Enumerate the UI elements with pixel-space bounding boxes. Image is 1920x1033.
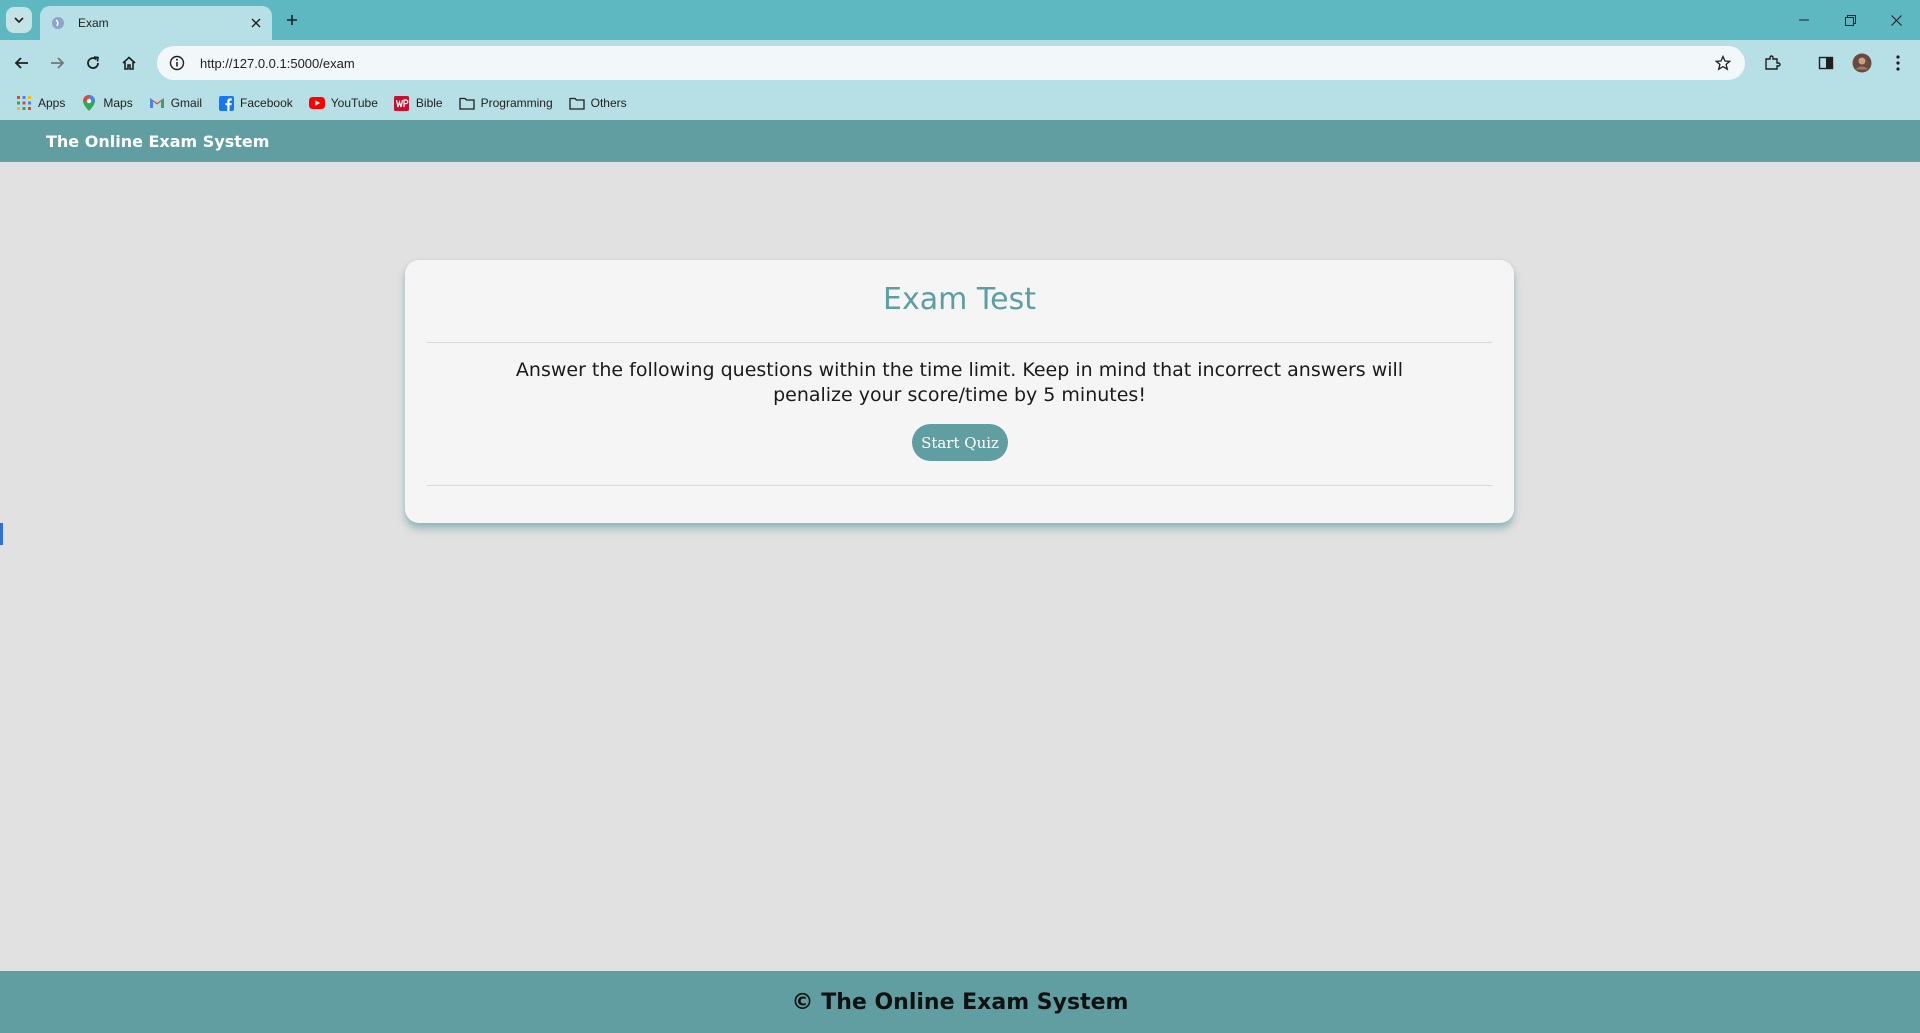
- facebook-icon: [218, 95, 234, 111]
- bookmark-label: Bible: [415, 96, 443, 110]
- puzzle-icon: [1765, 55, 1781, 70]
- bible-icon: [394, 95, 410, 111]
- page-title: Exam Test: [883, 282, 1036, 317]
- bookmark-label: Programming: [480, 96, 553, 110]
- address-bar[interactable]: http://127.0.0.1:5000/exam: [157, 46, 1745, 80]
- tab-search-button[interactable]: [6, 7, 32, 33]
- home-icon: [122, 56, 136, 70]
- bookmark-label: Maps: [103, 96, 133, 110]
- plus-icon: [287, 15, 297, 25]
- top-divider: [427, 342, 1492, 343]
- forward-button[interactable]: [43, 49, 71, 77]
- reload-icon: [87, 56, 99, 69]
- more-vertical-icon: [1896, 55, 1900, 71]
- home-button[interactable]: [115, 49, 143, 77]
- bookmark-youtube[interactable]: YouTube: [303, 91, 384, 115]
- bookmark-label: Apps: [38, 96, 66, 110]
- side-panel-button[interactable]: [1812, 49, 1840, 77]
- avatar-icon: [1852, 53, 1872, 73]
- extensions-button[interactable]: [1758, 49, 1786, 77]
- tab-title: Exam: [78, 16, 109, 30]
- forward-arrow-icon: [51, 57, 65, 69]
- browser-menu-button[interactable]: [1884, 49, 1912, 77]
- gmail-icon: [149, 95, 165, 111]
- bookmark-bible[interactable]: Bible: [388, 91, 449, 115]
- bookmark-folder-programming[interactable]: Programming: [453, 91, 559, 115]
- minimize-icon: [1799, 19, 1809, 21]
- back-button[interactable]: [8, 49, 36, 77]
- exam-instructions: Answer the following questions within th…: [515, 359, 1404, 406]
- bookmark-apps[interactable]: Apps: [10, 91, 71, 115]
- site-info-icon[interactable]: [167, 53, 187, 73]
- close-icon: [1890, 14, 1902, 26]
- bookmark-facebook[interactable]: Facebook: [212, 91, 299, 115]
- tab-strip: Exam: [0, 0, 1920, 40]
- bookmark-star-icon[interactable]: [1709, 49, 1737, 77]
- site-header: The Online Exam System: [0, 120, 1920, 162]
- bookmark-folder-others[interactable]: Others: [563, 91, 633, 115]
- minimize-button[interactable]: [1784, 6, 1824, 34]
- bookmark-label: Gmail: [170, 96, 203, 110]
- new-tab-button[interactable]: [280, 8, 304, 32]
- bookmark-label: Others: [590, 96, 627, 110]
- maps-pin-icon: [81, 95, 97, 111]
- bookmarks-bar: Apps Maps Gmail Facebook YouTube Bible P…: [0, 86, 1920, 120]
- url-text[interactable]: http://127.0.0.1:5000/exam: [200, 56, 1709, 71]
- site-footer: © The Online Exam System: [0, 971, 1920, 1033]
- restore-icon: [1844, 14, 1856, 26]
- close-tab-icon[interactable]: [246, 13, 266, 33]
- bottom-divider: [427, 485, 1492, 486]
- tab-exam[interactable]: Exam: [40, 6, 272, 40]
- footer-text: © The Online Exam System: [791, 989, 1129, 1015]
- restore-button[interactable]: [1830, 6, 1870, 34]
- site-brand[interactable]: The Online Exam System: [46, 132, 269, 151]
- profile-avatar[interactable]: [1848, 49, 1876, 77]
- youtube-icon: [308, 95, 325, 111]
- browser-toolbar: http://127.0.0.1:5000/exam: [0, 40, 1920, 86]
- bookmark-gmail[interactable]: Gmail: [143, 91, 208, 115]
- close-window-button[interactable]: [1876, 6, 1916, 34]
- reload-button[interactable]: [79, 49, 107, 77]
- bookmark-label: Facebook: [240, 96, 293, 110]
- chevron-down-icon: [14, 17, 24, 24]
- folder-icon: [458, 95, 475, 111]
- bookmark-label: YouTube: [330, 96, 378, 110]
- bookmark-maps[interactable]: Maps: [75, 91, 138, 115]
- folder-icon: [568, 95, 585, 111]
- apps-grid-icon: [16, 95, 32, 111]
- back-arrow-icon: [14, 57, 28, 69]
- side-panel-icon: [1818, 56, 1834, 70]
- app-favicon-icon: [50, 15, 66, 31]
- start-quiz-button[interactable]: Start Quiz: [912, 424, 1008, 461]
- exam-card: Exam Test Answer the following questions…: [405, 260, 1514, 523]
- edge-marker: [0, 523, 3, 545]
